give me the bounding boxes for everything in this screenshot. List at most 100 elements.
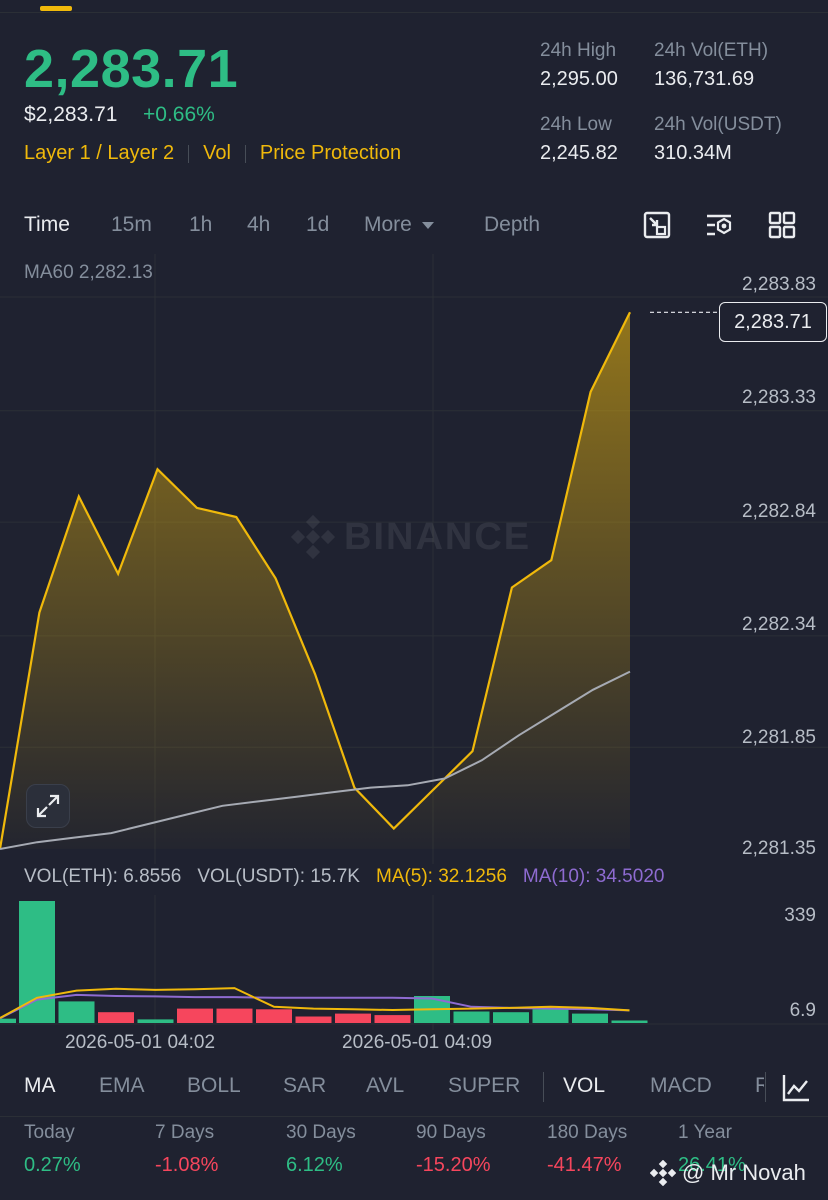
interval-tabs: Time 15m 1h 4h 1d More Depth (0, 205, 828, 245)
volume-bar (177, 1008, 213, 1023)
expand-icon (36, 794, 60, 818)
vol-usdt: VOL(USDT): 15.7K (197, 866, 360, 887)
stat-vol-eth-label: 24h Vol(ETH) (654, 40, 769, 61)
binance-logo-icon (650, 1160, 676, 1186)
tab-more[interactable]: More (364, 213, 436, 237)
indicator-settings-icon[interactable] (704, 210, 734, 240)
perf-180d: 180 Days -41.47% (547, 1122, 627, 1177)
stat-vol-usdt-value: 310.34M (654, 142, 732, 164)
x-axis-label: 2026-05-01 04:09 (342, 1032, 493, 1053)
tag-vol[interactable]: Vol (203, 142, 231, 165)
divider (0, 1116, 828, 1117)
tab-depth[interactable]: Depth (484, 213, 540, 237)
ma60-label: MA60 2,282.13 (24, 262, 153, 283)
binance-logo-icon (290, 514, 336, 560)
vol-y-bottom: 6.9 (789, 1000, 816, 1021)
y-axis-label: 2,281.85 (742, 727, 816, 748)
volume-bar (572, 1013, 608, 1023)
indicator-tabs: MA EMA BOLL SAR AVL SUPER VOL MACD R (0, 1068, 828, 1108)
chart-settings-icon[interactable] (642, 210, 672, 240)
perf-30d: 30 Days 6.12% (286, 1122, 356, 1177)
tab-more-label: More (364, 213, 412, 236)
tab-1h[interactable]: 1h (189, 213, 212, 237)
stat-high-label: 24h High (540, 40, 617, 61)
stat-vol-usdt-label: 24h Vol(USDT) (654, 114, 782, 135)
stat-high-value: 2,295.00 (540, 68, 618, 90)
volume-bar (532, 1009, 569, 1023)
perf-7d: 7 Days -1.08% (155, 1122, 218, 1177)
perf-value: -41.47% (547, 1154, 622, 1176)
volume-bar (98, 1012, 134, 1023)
active-tab-indicator (40, 6, 72, 11)
volume-chart-svg (0, 895, 828, 1030)
binance-watermark: BINANCE (290, 514, 531, 560)
tab-time[interactable]: Time (24, 213, 70, 237)
tab-1d[interactable]: 1d (306, 213, 329, 237)
tab-4h[interactable]: 4h (247, 213, 270, 237)
divider (543, 1072, 544, 1102)
y-axis-label: 2,281.35 (742, 838, 816, 859)
usd-price: $2,283.71 (24, 103, 118, 126)
stat-low-label: 24h Low (540, 114, 612, 135)
volume-bar (216, 1008, 253, 1023)
perf-label: 180 Days (547, 1122, 628, 1143)
perf-value: 0.27% (24, 1154, 81, 1176)
price-area-fill (0, 312, 630, 849)
volume-chart[interactable] (0, 895, 828, 1030)
perf-value: -1.08% (155, 1154, 219, 1176)
y-axis-label: 2,283.83 (742, 274, 816, 295)
perf-label: 7 Days (155, 1122, 215, 1143)
current-price-tag[interactable]: 2,283.71 (719, 302, 827, 342)
volume-bar (256, 1009, 292, 1023)
indicator-ma[interactable]: MA (24, 1074, 56, 1098)
indicator-boll[interactable]: BOLL (187, 1074, 241, 1098)
divider (0, 12, 828, 13)
volume-bar (58, 1001, 95, 1023)
vol-eth: VOL(ETH): 6.8556 (24, 866, 182, 887)
perf-value: -15.20% (416, 1154, 491, 1176)
perf-label: 1 Year (678, 1122, 732, 1143)
footer-watermark: @ Mr Novah (650, 1160, 806, 1186)
volume-info: VOL(ETH): 6.8556 VOL(USDT): 15.7K MA(5):… (24, 866, 664, 888)
volume-bar (335, 1013, 371, 1023)
volume-bar (0, 1018, 16, 1023)
indicator-vol[interactable]: VOL (563, 1074, 605, 1098)
tags-row: Layer 1 / Layer 2 Vol Price Protection (24, 142, 401, 165)
divider (244, 144, 246, 163)
tag-layer[interactable]: Layer 1 / Layer 2 (24, 142, 174, 165)
x-axis-label: 2026-05-01 04:02 (65, 1032, 216, 1053)
grid-layout-icon[interactable] (767, 210, 797, 240)
divider (765, 1072, 766, 1102)
y-axis-label: 2,283.33 (742, 387, 816, 408)
perf-label: Today (24, 1122, 75, 1143)
volume-bar (493, 1012, 529, 1023)
volume-bar (137, 1019, 174, 1023)
indicator-chart-icon[interactable] (780, 1072, 812, 1104)
perf-value: 6.12% (286, 1154, 343, 1176)
indicator-sar[interactable]: SAR (283, 1074, 326, 1098)
indicator-macd[interactable]: MACD (650, 1074, 712, 1098)
perf-today: Today 0.27% (24, 1122, 81, 1177)
vol-ma10: MA(10): 34.5020 (522, 866, 665, 887)
volume-bar (453, 1011, 490, 1023)
watermark-text: BINANCE (344, 515, 532, 558)
vol-ma5: MA(5): 32.1256 (375, 866, 507, 887)
indicator-ema[interactable]: EMA (99, 1074, 145, 1098)
volume-bar (374, 1015, 411, 1023)
divider (188, 144, 190, 163)
volume-bar (295, 1016, 332, 1023)
footer-watermark-text: @ Mr Novah (682, 1160, 806, 1185)
perf-label: 30 Days (286, 1122, 356, 1143)
stat-vol-eth-value: 136,731.69 (654, 68, 755, 90)
y-axis-label: 2,282.84 (742, 501, 816, 522)
y-axis-label: 2,282.34 (742, 614, 816, 635)
fullscreen-button[interactable] (26, 784, 70, 828)
tag-price-protection[interactable]: Price Protection (260, 142, 401, 165)
volume-bar (611, 1020, 648, 1023)
last-price: 2,283.71 (24, 39, 239, 99)
stat-low-value: 2,245.82 (540, 142, 618, 164)
tab-15m[interactable]: 15m (111, 213, 152, 237)
indicator-super[interactable]: SUPER (448, 1074, 520, 1098)
indicator-avl[interactable]: AVL (366, 1074, 404, 1098)
perf-90d: 90 Days -15.20% (416, 1122, 491, 1177)
